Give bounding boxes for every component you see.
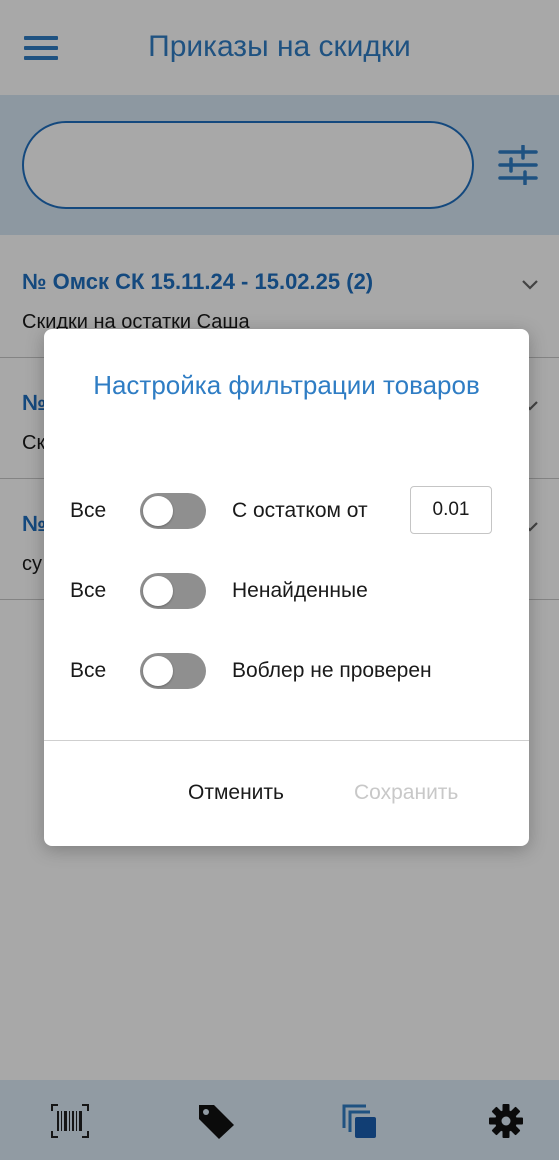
filter-all-label: Все [70, 579, 107, 602]
filter-label: С остатком от [232, 499, 368, 522]
wobbler-filter-toggle[interactable] [140, 653, 206, 689]
filter-row-not-found: Все Ненайденные [44, 571, 529, 611]
filter-settings-dialog: Настройка фильтрации товаров Все С остат… [44, 329, 529, 846]
app-screen: Приказы на скидки № Омск СК 15.11.24 - 1… [0, 0, 559, 1160]
filter-row-wobbler: Все Воблер не проверен [44, 651, 529, 691]
dialog-divider [44, 740, 529, 741]
filter-label: Ненайденные [232, 579, 368, 602]
cancel-button[interactable]: Отменить [188, 781, 284, 805]
filter-row-stock: Все С остатком от [44, 486, 529, 534]
min-stock-input[interactable] [410, 486, 492, 534]
filter-all-label: Все [70, 499, 107, 522]
filter-label: Воблер не проверен [232, 659, 432, 682]
toggle-knob [143, 496, 173, 526]
filter-all-label: Все [70, 659, 107, 682]
stock-filter-toggle[interactable] [140, 493, 206, 529]
not-found-filter-toggle[interactable] [140, 573, 206, 609]
toggle-knob [143, 656, 173, 686]
dialog-title: Настройка фильтрации товаров [93, 370, 480, 400]
toggle-knob [143, 576, 173, 606]
save-button[interactable]: Сохранить [354, 781, 458, 805]
